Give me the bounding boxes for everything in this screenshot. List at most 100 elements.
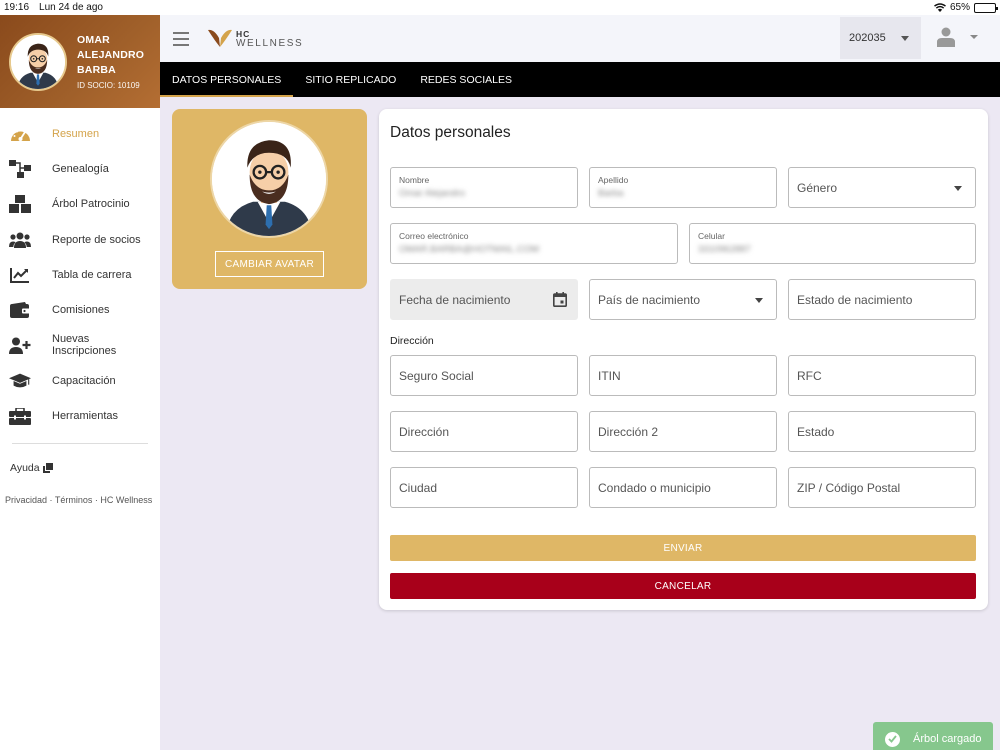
profile-header: OMAR ALEJANDRO BARBA ID SOCIO: 10109 bbox=[0, 15, 160, 108]
legal-links[interactable]: Privacidad · Términos · HC Wellness bbox=[0, 474, 160, 505]
field-value: Omar Alejandro bbox=[399, 188, 466, 199]
email-field[interactable]: Correo electrónico OMAR.BARBA@HOTMAIL.CO… bbox=[390, 223, 678, 264]
field-placeholder: Estado bbox=[797, 425, 835, 439]
boxes-icon bbox=[9, 194, 31, 214]
address-field[interactable]: Dirección bbox=[390, 411, 578, 452]
first-name-field[interactable]: Nombre Omar Alejandro bbox=[390, 167, 578, 208]
field-placeholder: Fecha de nacimiento bbox=[399, 293, 511, 307]
period-value: 202035 bbox=[849, 32, 886, 44]
change-avatar-button[interactable]: CAMBIAR AVATAR bbox=[215, 251, 324, 277]
form-title: Datos personales bbox=[390, 124, 511, 141]
sidebar-item-nuevas-inscripciones[interactable]: Nuevas Inscripciones bbox=[0, 328, 160, 363]
field-placeholder: Género bbox=[797, 181, 838, 195]
field-placeholder: ZIP / Código Postal bbox=[797, 481, 901, 495]
graduation-cap-icon bbox=[9, 371, 31, 391]
field-value: Barba bbox=[598, 188, 624, 199]
zip-field[interactable]: ZIP / Código Postal bbox=[788, 467, 976, 508]
sidebar-item-herramientas[interactable]: Herramientas bbox=[0, 398, 160, 433]
itin-field[interactable]: ITIN bbox=[589, 355, 777, 396]
user-icon bbox=[937, 27, 955, 47]
cancel-button[interactable]: CANCELAR bbox=[390, 573, 976, 599]
profile-id: ID SOCIO: 10109 bbox=[77, 81, 140, 90]
birth-state-field[interactable]: Estado de nacimiento bbox=[788, 279, 976, 320]
gender-select[interactable]: Género bbox=[788, 167, 976, 208]
last-name-field[interactable]: Apellido Barba bbox=[589, 167, 777, 208]
wallet-icon bbox=[9, 300, 31, 320]
city-field[interactable]: Ciudad bbox=[390, 467, 578, 508]
field-placeholder: País de nacimiento bbox=[598, 293, 701, 307]
phone-field[interactable]: Celular 3310962887 bbox=[689, 223, 976, 264]
send-button[interactable]: ENVIAR bbox=[390, 535, 976, 561]
avatar-card: CAMBIAR AVATAR bbox=[172, 109, 367, 289]
profile-name: OMAR ALEJANDRO BARBA bbox=[77, 34, 145, 76]
sidebar-item-arbol-patrocinio[interactable]: Árbol Patrocinio bbox=[0, 187, 160, 222]
battery-percent: 65% bbox=[949, 2, 970, 13]
field-label: Apellido bbox=[598, 175, 629, 185]
sidebar-item-label: Comisiones bbox=[52, 304, 110, 317]
speedometer-icon bbox=[9, 124, 31, 144]
sitemap-icon bbox=[9, 159, 31, 179]
help-label: Ayuda bbox=[10, 461, 40, 474]
state-field[interactable]: Estado bbox=[788, 411, 976, 452]
sidebar-item-reporte-socios[interactable]: Reporte de socios bbox=[0, 222, 160, 257]
profile-tabs: DATOS PERSONALES SITIO REPLICADO REDES S… bbox=[160, 62, 1000, 97]
sidebar-item-capacitacion[interactable]: Capacitación bbox=[0, 363, 160, 398]
chevron-down-icon bbox=[970, 35, 978, 39]
sidebar-item-resumen[interactable]: Resumen bbox=[0, 116, 160, 151]
chevron-down-icon bbox=[755, 298, 763, 303]
butterfly-logo-icon bbox=[208, 29, 232, 47]
field-placeholder: Dirección 2 bbox=[598, 425, 659, 439]
brand-logo[interactable]: HC WELLNESS bbox=[207, 29, 303, 49]
status-time: 19:16 bbox=[4, 2, 30, 13]
sidebar-item-tabla-carrera[interactable]: Tabla de carrera bbox=[0, 257, 160, 292]
battery-icon bbox=[974, 2, 998, 13]
sidebar-nav: Resumen Genealogía Árbol Patrocinio Repo… bbox=[0, 108, 160, 434]
birth-date-field[interactable]: Fecha de nacimiento bbox=[390, 279, 578, 320]
county-field[interactable]: Condado o municipio bbox=[589, 467, 777, 508]
field-placeholder: Seguro Social bbox=[399, 369, 474, 383]
status-right: 65% bbox=[933, 2, 998, 13]
user-plus-icon bbox=[9, 335, 31, 355]
field-placeholder: ITIN bbox=[598, 369, 621, 383]
sidebar-item-label: Tabla de carrera bbox=[52, 268, 132, 281]
tab-sitio-replicado[interactable]: SITIO REPLICADO bbox=[293, 62, 408, 97]
help-link[interactable]: Ayuda bbox=[0, 444, 160, 474]
check-circle-icon bbox=[885, 731, 900, 747]
toast-text: Árbol cargado bbox=[913, 733, 982, 745]
birth-country-select[interactable]: País de nacimiento bbox=[589, 279, 777, 320]
social-security-field[interactable]: Seguro Social bbox=[390, 355, 578, 396]
avatar bbox=[9, 32, 67, 91]
field-value: 3310962887 bbox=[698, 244, 751, 255]
sidebar-item-label: Resumen bbox=[52, 127, 100, 140]
logo-line2: WELLNESS bbox=[236, 37, 304, 49]
personal-data-form: Datos personales Nombre Omar Alejandro A… bbox=[379, 109, 988, 610]
sidebar-item-label: Capacitación bbox=[52, 374, 116, 387]
rfc-field[interactable]: RFC bbox=[788, 355, 976, 396]
status-date: Lun 24 de ago bbox=[39, 2, 103, 13]
sidebar-item-label: Árbol Patrocinio bbox=[52, 198, 130, 211]
menu-icon[interactable] bbox=[173, 31, 189, 46]
sidebar-item-comisiones[interactable]: Comisiones bbox=[0, 292, 160, 327]
sidebar-item-label: Nuevas Inscripciones bbox=[52, 333, 117, 358]
tab-datos-personales[interactable]: DATOS PERSONALES bbox=[160, 62, 294, 97]
address-section-label: Dirección bbox=[390, 335, 434, 347]
sidebar-item-label: Reporte de socios bbox=[52, 233, 141, 246]
field-label: Celular bbox=[698, 231, 725, 241]
chevron-down-icon bbox=[900, 35, 909, 41]
sidebar: OMAR ALEJANDRO BARBA ID SOCIO: 10109 Res… bbox=[0, 15, 160, 750]
user-menu[interactable] bbox=[937, 27, 978, 47]
external-link-icon bbox=[42, 462, 53, 473]
address2-field[interactable]: Dirección 2 bbox=[589, 411, 777, 452]
users-icon bbox=[9, 230, 31, 250]
field-placeholder: Ciudad bbox=[399, 481, 438, 495]
period-select[interactable]: 202035 bbox=[840, 17, 921, 59]
field-label: Correo electrónico bbox=[399, 231, 469, 241]
field-placeholder: RFC bbox=[797, 369, 822, 383]
sidebar-item-genealogia[interactable]: Genealogía bbox=[0, 151, 160, 186]
tab-redes-sociales[interactable]: REDES SOCIALES bbox=[408, 62, 524, 97]
field-placeholder: Estado de nacimiento bbox=[797, 293, 913, 307]
status-bar: 19:16 Lun 24 de ago 65% bbox=[0, 0, 1000, 15]
calendar-icon[interactable] bbox=[553, 292, 567, 307]
chart-line-icon bbox=[9, 265, 31, 285]
sidebar-item-label: Herramientas bbox=[52, 410, 119, 423]
